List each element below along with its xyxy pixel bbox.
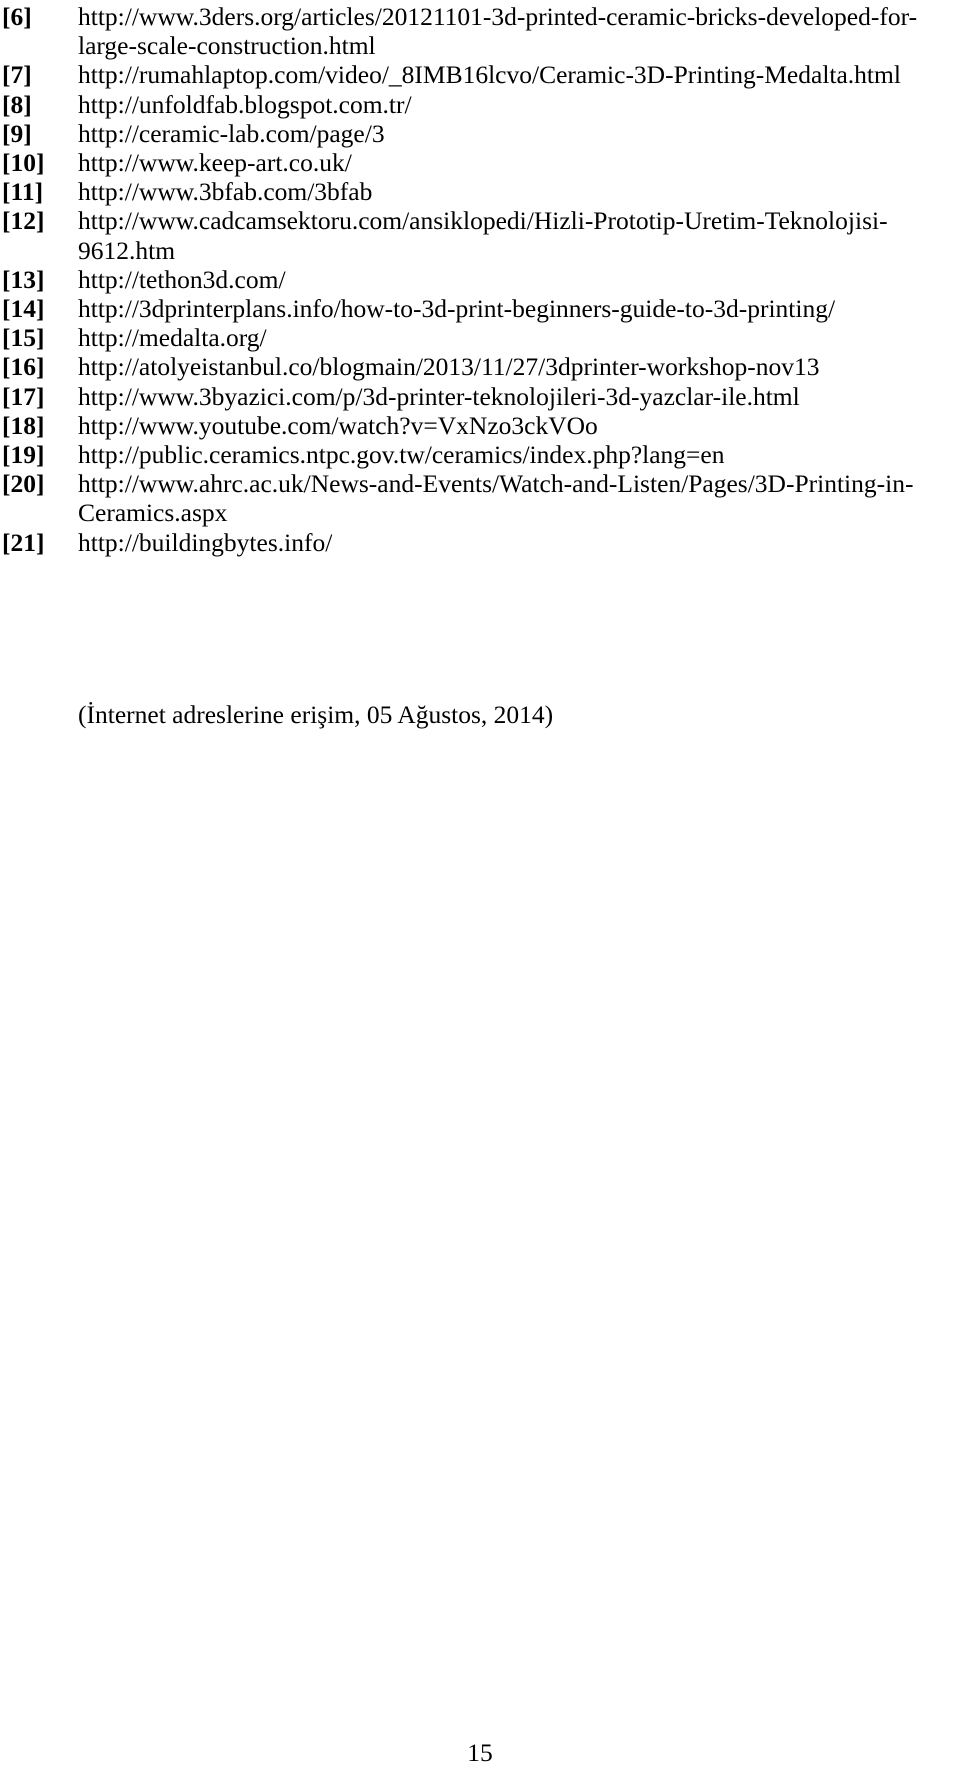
list-item: [9] http://ceramic-lab.com/page/3 bbox=[2, 119, 958, 148]
reference-url: http://www.3byazici.com/p/3d-printer-tek… bbox=[78, 381, 800, 411]
list-item: [17] http://www.3byazici.com/p/3d-printe… bbox=[2, 382, 958, 411]
reference-label: [6] bbox=[2, 2, 32, 31]
reference-label: [15] bbox=[2, 323, 45, 353]
list-item: [11] http://www.3bfab.com/3bfab bbox=[2, 177, 958, 206]
reference-url: http://www.3bfab.com/3bfab bbox=[78, 177, 373, 207]
reference-label: [12] bbox=[2, 206, 45, 236]
reference-url: http://rumahlaptop.com/video/_8IMB16lcvo… bbox=[78, 60, 901, 90]
list-item: [7] http://rumahlaptop.com/video/_8IMB16… bbox=[2, 60, 958, 89]
reference-url: http://3dprinterplans.info/how-to-3d-pri… bbox=[78, 294, 836, 324]
list-item: [16] http://atolyeistanbul.co/blogmain/2… bbox=[2, 352, 958, 381]
reference-label: [11] bbox=[2, 177, 44, 207]
reference-url: http://atolyeistanbul.co/blogmain/2013/1… bbox=[78, 352, 820, 382]
list-item: [6] http://www.3ders.org/articles/201211… bbox=[2, 2, 958, 60]
list-item: [13] http://tethon3d.com/ bbox=[2, 265, 958, 294]
reference-url: http://www.youtube.com/watch?v=VxNzo3ckV… bbox=[78, 410, 598, 440]
reference-url: http://unfoldfab.blogspot.com.tr/ bbox=[78, 89, 412, 119]
reference-label: [13] bbox=[2, 264, 45, 294]
list-item: [15] http://medalta.org/ bbox=[2, 323, 958, 352]
list-item: [19] http://public.ceramics.ntpc.gov.tw/… bbox=[2, 440, 958, 469]
reference-label: [10] bbox=[2, 148, 45, 178]
reference-label: [20] bbox=[2, 469, 45, 499]
reference-url: http://medalta.org/ bbox=[78, 323, 267, 353]
reference-url: http://www.keep-art.co.uk/ bbox=[78, 148, 352, 178]
reference-label: [14] bbox=[2, 294, 45, 324]
access-note: (İnternet adreslerine erişim, 05 Ağustos… bbox=[78, 700, 554, 729]
reference-label: [18] bbox=[2, 410, 45, 440]
reference-url: http://tethon3d.com/ bbox=[78, 264, 286, 294]
list-item: [12] http://www.cadcamsektoru.com/ansikl… bbox=[2, 206, 958, 264]
reference-label: [19] bbox=[2, 440, 45, 470]
reference-label: [17] bbox=[2, 381, 45, 411]
list-item: [10] http://www.keep-art.co.uk/ bbox=[2, 148, 958, 177]
list-item: [8] http://unfoldfab.blogspot.com.tr/ bbox=[2, 90, 958, 119]
reference-url: http://www.3ders.org/articles/20121101-3… bbox=[78, 2, 918, 61]
reference-url: http://buildingbytes.info/ bbox=[78, 527, 333, 557]
list-item: [14] http://3dprinterplans.info/how-to-3… bbox=[2, 294, 958, 323]
reference-label: [9] bbox=[2, 118, 32, 148]
reference-url: http://www.ahrc.ac.uk/News-and-Events/Wa… bbox=[78, 469, 914, 528]
reference-list: [6] http://www.3ders.org/articles/201211… bbox=[2, 2, 958, 557]
reference-url: http://public.ceramics.ntpc.gov.tw/ceram… bbox=[78, 440, 725, 470]
reference-url: http://www.cadcamsektoru.com/ansiklopedi… bbox=[78, 206, 888, 265]
reference-label: [7] bbox=[2, 60, 32, 90]
list-item: [18] http://www.youtube.com/watch?v=VxNz… bbox=[2, 411, 958, 440]
reference-label: [16] bbox=[2, 352, 45, 382]
list-item: [21] http://buildingbytes.info/ bbox=[2, 528, 958, 557]
reference-label: [8] bbox=[2, 89, 32, 119]
document-page: [6] http://www.3ders.org/articles/201211… bbox=[0, 0, 960, 1784]
reference-url: http://ceramic-lab.com/page/3 bbox=[78, 118, 385, 148]
reference-label: [21] bbox=[2, 527, 45, 557]
list-item: [20] http://www.ahrc.ac.uk/News-and-Even… bbox=[2, 469, 958, 527]
page-number: 15 bbox=[467, 1738, 493, 1767]
